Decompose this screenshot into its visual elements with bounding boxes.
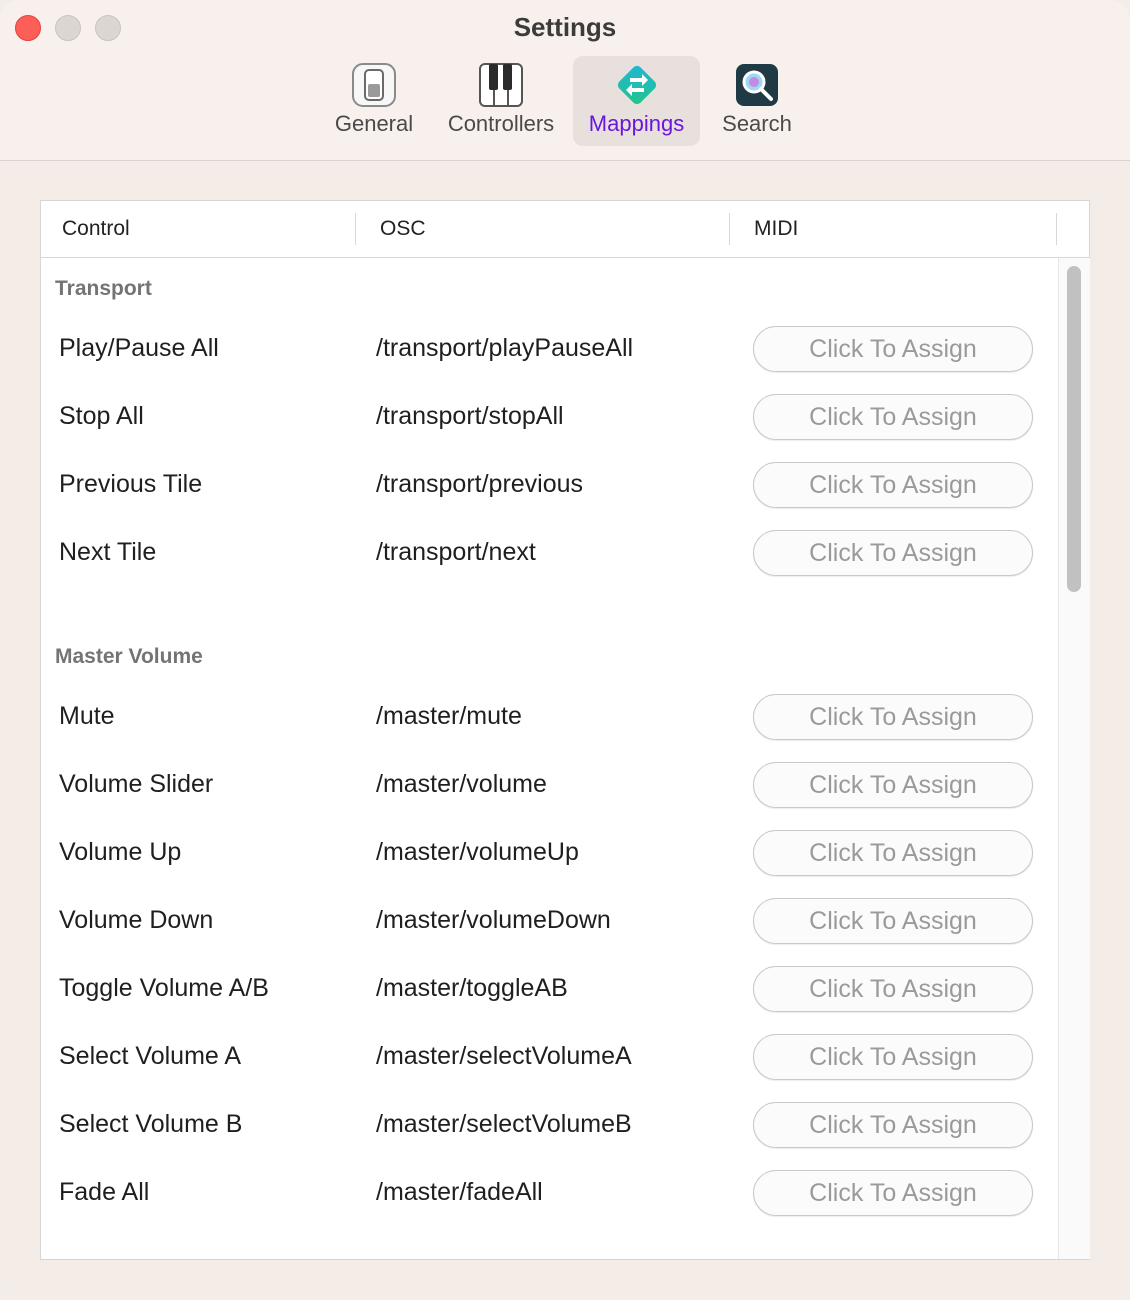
mappings-table: Control OSC MIDI Transport Play/Pause Al… [40, 200, 1090, 1260]
osc-address: /master/mute [376, 702, 522, 730]
vertical-scrollbar[interactable] [1058, 258, 1090, 1259]
osc-address: /master/volumeDown [376, 906, 611, 934]
tab-controllers[interactable]: Controllers [437, 56, 565, 146]
tab-mappings[interactable]: Mappings [573, 56, 700, 146]
table-row: Play/Pause All /transport/playPauseAll C… [41, 320, 1057, 380]
mappings-arrows-icon [614, 62, 660, 108]
section-title-master-volume: Master Volume [55, 645, 203, 668]
tab-controllers-label: Controllers [447, 111, 555, 136]
tab-search-label: Search [722, 111, 792, 136]
control-name: Select Volume A [59, 1042, 242, 1070]
control-name: Mute [59, 702, 115, 730]
column-divider[interactable] [729, 213, 730, 245]
table-row: Next Tile /transport/next Click To Assig… [41, 524, 1057, 584]
control-name: Volume Down [59, 906, 214, 934]
control-name: Next Tile [59, 538, 157, 566]
midi-assign-button[interactable]: Click To Assign [753, 898, 1033, 944]
tab-general-label: General [334, 111, 414, 136]
tab-mappings-label: Mappings [588, 111, 685, 136]
toolbar: Settings General Controllers Mappings Se… [0, 0, 1130, 161]
table-row: Volume Slider /master/volume Click To As… [41, 756, 1057, 816]
osc-address: /master/selectVolumeB [376, 1110, 632, 1138]
table-row: Volume Down /master/volumeDown Click To … [41, 892, 1057, 952]
table-row: Mute /master/mute Click To Assign [41, 688, 1057, 748]
column-header-control[interactable]: Control [62, 217, 130, 241]
table-row: Fade All /master/fadeAll Click To Assign [41, 1164, 1057, 1224]
osc-address: /master/volume [376, 770, 547, 798]
control-name: Play/Pause All [59, 334, 219, 362]
piano-keys-icon [478, 62, 524, 108]
control-name: Fade All [59, 1178, 150, 1206]
column-header-osc[interactable]: OSC [380, 217, 426, 241]
midi-assign-button[interactable]: Click To Assign [753, 830, 1033, 876]
column-divider[interactable] [355, 213, 356, 245]
magnifier-icon [734, 62, 780, 108]
table-row: Previous Tile /transport/previous Click … [41, 456, 1057, 516]
table-header: Control OSC MIDI [41, 201, 1089, 258]
midi-assign-button[interactable]: Click To Assign [753, 1170, 1033, 1216]
tab-search[interactable]: Search [712, 56, 802, 146]
section-title-transport: Transport [55, 277, 152, 300]
midi-assign-button[interactable]: Click To Assign [753, 694, 1033, 740]
tab-general[interactable]: General [322, 56, 426, 146]
osc-address: /transport/next [376, 538, 536, 566]
table-row: Stop All /transport/stopAll Click To Ass… [41, 388, 1057, 448]
osc-address: /transport/playPauseAll [376, 334, 634, 362]
column-header-midi[interactable]: MIDI [754, 217, 798, 241]
osc-address: /master/selectVolumeA [376, 1042, 632, 1070]
midi-assign-button[interactable]: Click To Assign [753, 530, 1033, 576]
control-name: Stop All [59, 402, 144, 430]
control-name: Previous Tile [59, 470, 203, 498]
midi-assign-button[interactable]: Click To Assign [753, 326, 1033, 372]
table-row: Toggle Volume A/B /master/toggleAB Click… [41, 960, 1057, 1020]
midi-assign-button[interactable]: Click To Assign [753, 394, 1033, 440]
control-name: Volume Up [59, 838, 182, 866]
toggle-switch-icon [351, 62, 397, 108]
table-row: Volume Up /master/volumeUp Click To Assi… [41, 824, 1057, 884]
midi-assign-button[interactable]: Click To Assign [753, 966, 1033, 1012]
osc-address: /master/fadeAll [376, 1178, 543, 1206]
midi-assign-button[interactable]: Click To Assign [753, 462, 1033, 508]
control-name: Select Volume B [59, 1110, 243, 1138]
midi-assign-button[interactable]: Click To Assign [753, 762, 1033, 808]
settings-window: Settings General Controllers Mappings Se… [0, 0, 1130, 1300]
osc-address: /transport/previous [376, 470, 584, 498]
osc-address: /master/volumeUp [376, 838, 579, 866]
midi-assign-button[interactable]: Click To Assign [753, 1034, 1033, 1080]
column-divider[interactable] [1056, 213, 1057, 245]
osc-address: /transport/stopAll [376, 402, 564, 430]
table-row: Select Volume A /master/selectVolumeA Cl… [41, 1028, 1057, 1088]
window-title: Settings [513, 12, 617, 42]
control-name: Toggle Volume A/B [59, 974, 269, 1002]
scrollbar-thumb[interactable] [1067, 266, 1081, 592]
midi-assign-button[interactable]: Click To Assign [753, 1102, 1033, 1148]
control-name: Volume Slider [59, 770, 214, 798]
osc-address: /master/toggleAB [376, 974, 568, 1002]
table-row: Select Volume B /master/selectVolumeB Cl… [41, 1096, 1057, 1156]
